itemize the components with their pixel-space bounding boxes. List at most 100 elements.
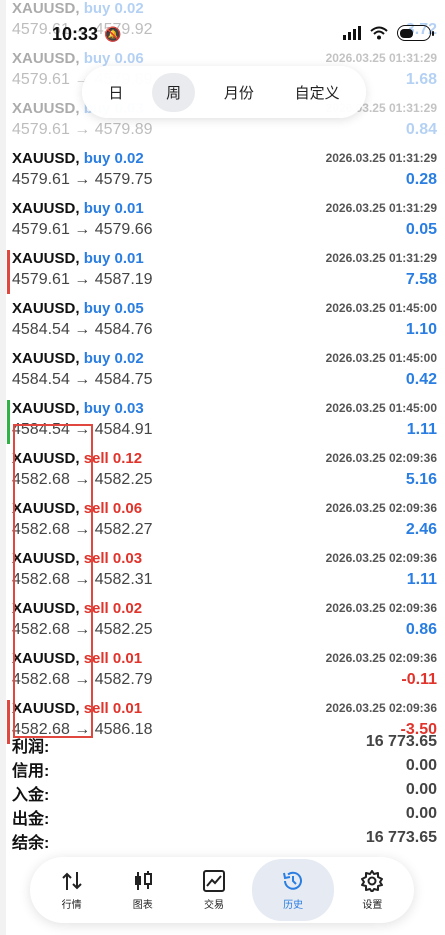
trade-icon: [202, 869, 226, 892]
deal-volume: 0.01: [112, 700, 143, 717]
deal-row[interactable]: XAUUSD, buy 0.01 2026.03.25 01:31:29 4579.…: [0, 244, 445, 294]
summary-row: 结余: 16 773.65: [0, 826, 445, 852]
status-time: 10:33: [52, 24, 99, 44]
deal-time: 2026.03.25 02:09:36: [325, 701, 437, 715]
deal-volume: 0.02: [114, 150, 144, 167]
nav-item-settings[interactable]: 设置: [339, 859, 405, 921]
deal-direction: buy: [83, 300, 115, 317]
deal-profit: 7.58: [405, 271, 437, 288]
deal-profit: 1.11: [406, 571, 437, 588]
nav-item-chart[interactable]: 图表: [110, 859, 176, 921]
deal-profit: 0.86: [405, 621, 437, 638]
deal-title: XAUUSD, buy 0.02: [12, 150, 144, 167]
summary-value: 0.00: [405, 757, 437, 774]
deal-profit: 1.10: [405, 321, 437, 338]
summary-value: 16 773.65: [365, 829, 437, 846]
deal-time: 2026.03.25 02:09:36: [325, 501, 437, 515]
deal-prices: 4584.54 → 4584.75: [12, 371, 153, 388]
nav-item-trade[interactable]: 交易: [181, 859, 247, 921]
tab-period-0[interactable]: 日: [96, 73, 135, 112]
row-marker: [7, 400, 10, 444]
deal-title: XAUUSD, buy 0.01: [12, 200, 144, 217]
chart-icon: [131, 870, 155, 892]
nav-item-quotes[interactable]: 行情: [39, 859, 105, 921]
deal-volume: 0.05: [114, 300, 144, 317]
deal-profit: 0.28: [405, 171, 437, 188]
nav-label: 历史: [283, 899, 304, 911]
summary-value: 0.00: [405, 805, 437, 822]
bell-muted-icon: 🔕: [104, 26, 122, 42]
deal-volume: 0.01: [114, 250, 144, 267]
row-marker: [7, 250, 10, 294]
summary-label: 结余:: [12, 835, 50, 852]
deal-symbol: XAUUSD,: [12, 400, 84, 417]
nav-label: 设置: [362, 899, 383, 911]
status-icons: [343, 25, 434, 41]
deal-profit: -0.11: [401, 671, 437, 688]
deal-row[interactable]: XAUUSD, buy 0.01 2026.03.25 01:31:29 4579.…: [0, 194, 445, 244]
deal-row[interactable]: XAUUSD, buy 0.02 2026.03.25 01:31:29 4579.…: [0, 144, 445, 194]
bottom-navigation: 行情 图表 交易 历史 设置: [30, 857, 414, 923]
summary-value: 0.00: [405, 781, 437, 798]
deal-volume: 0.06: [112, 500, 143, 517]
account-summary: 利润: 16 773.65 信用: 0.00 入金: 0.00 出金: 0.00 结余: 16 7…: [0, 730, 445, 852]
deal-prices: 4579.61 → 4579.89: [12, 121, 153, 138]
signal-icon: [343, 26, 361, 40]
deal-direction: buy: [83, 150, 115, 167]
deal-time: 2026.03.25 01:45:00: [325, 301, 437, 315]
deal-title: XAUUSD, buy 0.05: [12, 300, 144, 317]
tab-period-2[interactable]: 月份: [212, 73, 266, 112]
summary-row: 入金: 0.00: [0, 778, 445, 804]
status-bar: 10:33 🔕: [0, 0, 445, 70]
deal-time: 2026.03.25 01:45:00: [325, 401, 437, 415]
deal-profit: 1.11: [406, 421, 437, 438]
deal-prices: 4579.61 → 4579.75: [12, 171, 153, 188]
deal-profit: 1.68: [405, 71, 437, 88]
deal-title: XAUUSD, buy 0.03: [12, 400, 144, 417]
highlight-annotation-box: [13, 424, 93, 738]
settings-icon: [360, 869, 384, 892]
wifi-icon: [370, 26, 388, 40]
summary-value: 16 773.65: [365, 733, 437, 750]
deal-volume: 0.01: [112, 650, 143, 667]
nav-item-history[interactable]: 历史: [252, 859, 335, 921]
deal-time: 2026.03.25 01:31:29: [325, 201, 437, 215]
summary-row: 信用: 0.00: [0, 754, 445, 780]
deal-symbol: XAUUSD,: [12, 350, 84, 367]
deal-prices: 4584.54 → 4584.76: [12, 321, 153, 338]
deal-time: 2026.03.25 01:31:29: [325, 151, 437, 165]
deal-title: XAUUSD, buy 0.01: [12, 250, 144, 267]
deal-profit: 0.05: [405, 221, 437, 238]
tab-period-1[interactable]: 周: [152, 72, 196, 112]
deal-volume: 0.03: [114, 400, 144, 417]
summary-row: 出金: 0.00: [0, 802, 445, 828]
deal-time: 2026.03.25 02:09:36: [325, 651, 437, 665]
deal-volume: 0.01: [114, 200, 144, 217]
deal-time: 2026.03.25 02:09:36: [325, 451, 437, 465]
deal-time: 2026.03.25 02:09:36: [325, 601, 437, 615]
deal-symbol: XAUUSD,: [12, 250, 84, 267]
deal-prices: 4579.61 → 4579.66: [12, 221, 153, 238]
deal-profit: 2.46: [405, 521, 437, 538]
deal-direction: buy: [83, 200, 115, 217]
deal-row[interactable]: XAUUSD, buy 0.02 2026.03.25 01:45:00 4584.…: [0, 344, 445, 394]
deal-profit: 0.84: [405, 121, 437, 138]
deal-volume: 0.12: [112, 450, 143, 467]
tab-period-3[interactable]: 自定义: [283, 73, 352, 112]
deal-profit: 0.42: [405, 371, 437, 388]
deal-symbol: XAUUSD,: [12, 200, 84, 217]
history-icon: [281, 870, 305, 892]
nav-label: 行情: [61, 899, 82, 911]
deal-direction: buy: [83, 400, 115, 417]
quotes-icon: [60, 870, 84, 892]
deal-row[interactable]: XAUUSD, buy 0.05 2026.03.25 01:45:00 4584.…: [0, 294, 445, 344]
deal-symbol: XAUUSD,: [12, 300, 84, 317]
deal-direction: buy: [83, 250, 115, 267]
deal-volume: 0.02: [114, 350, 144, 367]
deal-volume: 0.03: [112, 550, 143, 567]
deal-volume: 0.02: [112, 600, 143, 617]
deal-profit: 5.16: [405, 471, 437, 488]
period-selector: 日周月份 自定义: [82, 66, 366, 118]
deal-prices: 4579.61 → 4587.19: [12, 271, 153, 288]
deal-symbol: XAUUSD,: [12, 150, 84, 167]
